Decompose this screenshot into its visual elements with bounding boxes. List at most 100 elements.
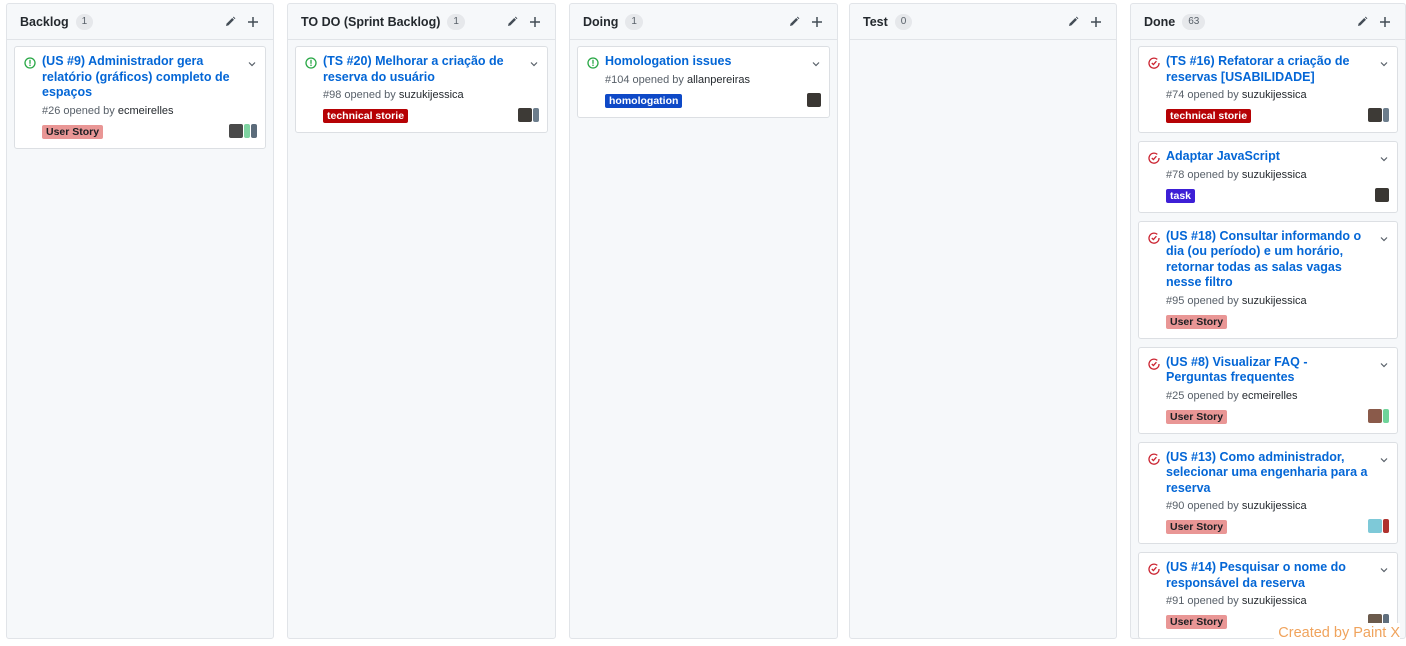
issue-label[interactable]: technical storie — [1166, 109, 1252, 123]
issue-labels: User Story — [1166, 312, 1228, 330]
column-title: Done — [1144, 14, 1176, 29]
pencil-icon[interactable] — [1065, 14, 1081, 30]
issue-card[interactable]: (TS #16) Refatorar a criação de reservas… — [1138, 46, 1398, 133]
issue-labels: User Story — [1166, 517, 1228, 535]
avatar[interactable] — [1375, 187, 1389, 202]
board-column-doing: Doing 1 Homologation issues #104 opened … — [569, 3, 838, 639]
avatar[interactable] — [533, 108, 539, 122]
column-header: Test 0 — [850, 4, 1116, 40]
issue-labels-row: User Story — [1148, 312, 1389, 330]
add-card-icon[interactable] — [809, 14, 825, 30]
chevron-down-icon[interactable] — [1379, 56, 1389, 67]
board-column-test: Test 0 — [849, 3, 1117, 639]
column-card-count: 1 — [625, 13, 643, 30]
avatar[interactable] — [251, 123, 257, 138]
issue-author[interactable]: suzukijessica — [399, 89, 464, 101]
issue-author[interactable]: suzukijessica — [1242, 169, 1307, 181]
issue-labels-row: technical storie — [305, 106, 539, 124]
issue-number: #91 — [1166, 595, 1185, 607]
assignee-avatars — [1368, 408, 1389, 423]
add-card-icon[interactable] — [1088, 14, 1104, 30]
issue-label[interactable]: User Story — [1166, 520, 1228, 534]
avatar[interactable] — [1383, 108, 1389, 122]
issue-labels: User Story — [1166, 612, 1228, 630]
issue-card[interactable]: Adaptar JavaScript #78 opened by suzukij… — [1138, 141, 1398, 213]
issue-opened-text: opened by — [1187, 595, 1239, 607]
issue-author[interactable]: suzukijessica — [1242, 295, 1307, 307]
issue-closed-icon — [1148, 151, 1160, 164]
issue-label[interactable]: User Story — [1166, 314, 1228, 329]
issue-card[interactable]: (US #13) Como administrador, selecionar … — [1138, 441, 1398, 544]
avatar[interactable] — [1368, 408, 1382, 423]
issue-label[interactable]: User Story — [42, 124, 104, 139]
avatar[interactable] — [1383, 519, 1389, 533]
issue-author[interactable]: suzukijessica — [1242, 500, 1307, 512]
issue-author[interactable]: ecmeirelles — [118, 105, 174, 117]
issue-author[interactable]: ecmeirelles — [1242, 390, 1298, 402]
chevron-down-icon[interactable] — [1379, 357, 1389, 367]
issue-opened-icon — [24, 56, 36, 69]
issue-labels: task — [1166, 186, 1196, 204]
issue-title-link[interactable]: (US #18) Consultar informando o dia (ou … — [1166, 229, 1371, 291]
issue-card[interactable]: (TS #20) Melhorar a criação de reserva d… — [295, 46, 548, 133]
issue-number: #26 — [42, 104, 61, 117]
pencil-icon[interactable] — [786, 14, 802, 30]
issue-title-link[interactable]: (US #14) Pesquisar o nome do responsável… — [1166, 560, 1371, 591]
issue-author[interactable]: suzukijessica — [1242, 595, 1307, 607]
issue-closed-icon — [1148, 56, 1160, 69]
avatar[interactable] — [1368, 519, 1382, 533]
add-card-icon[interactable] — [527, 14, 543, 30]
issue-card[interactable]: (US #8) Visualizar FAQ - Perguntas frequ… — [1138, 346, 1398, 434]
issue-labels-row: homologation — [587, 91, 821, 109]
pencil-icon[interactable] — [504, 14, 520, 30]
chevron-down-icon[interactable] — [1379, 231, 1389, 241]
issue-label[interactable]: technical storie — [323, 109, 409, 123]
issue-title-link[interactable]: (TS #20) Melhorar a criação de reserva d… — [323, 54, 521, 85]
issue-number: #90 — [1166, 500, 1185, 512]
pencil-icon[interactable] — [1354, 14, 1370, 30]
avatar[interactable] — [807, 92, 821, 107]
pencil-icon[interactable] — [222, 14, 238, 30]
issue-opened-text: opened by — [63, 104, 115, 117]
issue-title-link[interactable]: Adaptar JavaScript — [1166, 149, 1280, 165]
board-column-backlog: Backlog 1 (US #9) Administrador gera rel… — [6, 3, 274, 639]
chevron-down-icon[interactable] — [1379, 151, 1389, 162]
issue-meta: #95 opened by suzukijessica — [1148, 294, 1371, 308]
issue-number: #98 — [323, 89, 342, 101]
avatar[interactable] — [1383, 408, 1389, 423]
add-card-icon[interactable] — [1377, 14, 1393, 30]
issue-title-link[interactable]: (US #8) Visualizar FAQ - Perguntas frequ… — [1166, 355, 1371, 386]
issue-label[interactable]: User Story — [1166, 615, 1228, 629]
issue-labels-row: User Story — [1148, 517, 1389, 535]
issue-title-link[interactable]: (US #13) Como administrador, selecionar … — [1166, 450, 1371, 497]
issue-label[interactable]: User Story — [1166, 409, 1228, 424]
issue-card[interactable]: (US #18) Consultar informando o dia (ou … — [1138, 220, 1398, 339]
issue-labels: User Story — [42, 122, 104, 140]
assignee-avatars — [807, 92, 821, 107]
issue-labels: technical storie — [323, 106, 409, 124]
issue-labels: homologation — [605, 91, 683, 109]
issue-card[interactable]: Homologation issues #104 opened by allan… — [577, 46, 830, 118]
issue-card[interactable]: (US #9) Administrador gera relatório (gr… — [14, 46, 266, 149]
issue-author[interactable]: suzukijessica — [1242, 89, 1307, 101]
issue-meta: #90 opened by suzukijessica — [1148, 499, 1371, 513]
issue-title-link[interactable]: (TS #16) Refatorar a criação de reservas… — [1166, 54, 1371, 85]
issue-number: #95 — [1166, 294, 1185, 307]
chevron-down-icon[interactable] — [1379, 452, 1389, 462]
column-title: Test — [863, 14, 888, 29]
column-cards: (US #9) Administrador gera relatório (gr… — [7, 40, 273, 163]
issue-label[interactable]: homologation — [605, 93, 683, 108]
chevron-down-icon[interactable] — [247, 56, 257, 67]
add-card-icon[interactable] — [245, 14, 261, 30]
avatar[interactable] — [229, 123, 243, 138]
chevron-down-icon[interactable] — [529, 56, 539, 67]
chevron-down-icon[interactable] — [811, 56, 821, 67]
avatar[interactable] — [244, 123, 250, 138]
issue-author[interactable]: allanpereiras — [687, 74, 750, 86]
issue-label[interactable]: task — [1166, 188, 1196, 203]
issue-title-link[interactable]: Homologation issues — [605, 54, 731, 70]
issue-title-link[interactable]: (US #9) Administrador gera relatório (gr… — [42, 54, 239, 101]
avatar[interactable] — [518, 108, 532, 122]
chevron-down-icon[interactable] — [1379, 562, 1389, 573]
avatar[interactable] — [1368, 108, 1382, 122]
